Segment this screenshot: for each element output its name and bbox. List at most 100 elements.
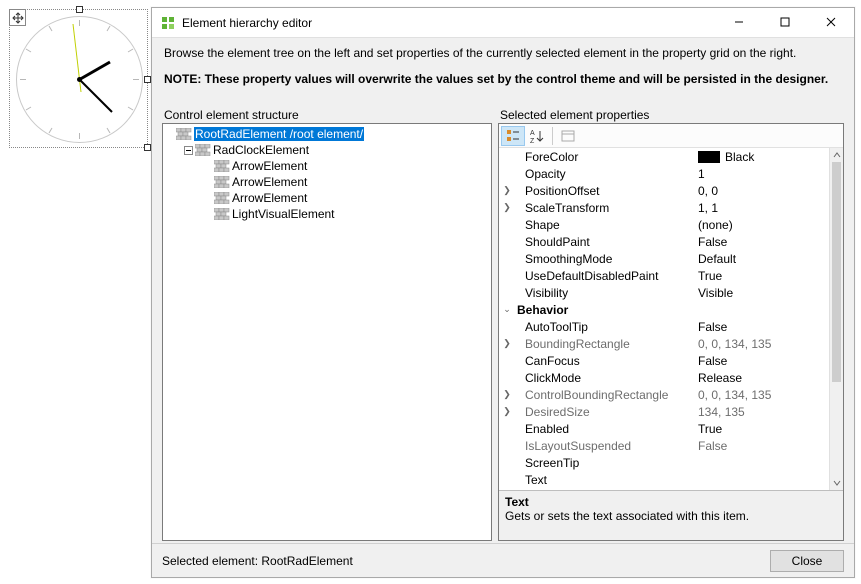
property-row[interactable]: EnabledTrue: [499, 420, 829, 437]
element-icon: [214, 175, 230, 189]
element-icon: [195, 143, 211, 157]
property-value[interactable]: Visible: [698, 286, 829, 300]
categorized-button[interactable]: [501, 126, 525, 146]
titlebar[interactable]: Element hierarchy editor: [152, 8, 854, 38]
property-name: UseDefaultDisabledPaint: [515, 269, 698, 283]
intro-note: NOTE: These property values will overwri…: [164, 72, 842, 86]
maximize-button[interactable]: [762, 8, 808, 36]
tree-expander-icon[interactable]: [163, 128, 176, 141]
property-category[interactable]: ⌄Behavior: [499, 301, 829, 318]
property-value[interactable]: 1: [698, 167, 829, 181]
element-icon: [214, 207, 230, 221]
tree-node-label: ArrowElement: [232, 191, 307, 205]
scroll-thumb[interactable]: [832, 162, 841, 382]
tree-node[interactable]: LightVisualElement: [163, 206, 491, 222]
app-icon: [160, 15, 176, 31]
property-row[interactable]: ❯PositionOffset0, 0: [499, 182, 829, 199]
property-value[interactable]: False: [698, 235, 829, 249]
expand-indicator-icon[interactable]: ⌄: [499, 304, 515, 315]
svg-text:Z: Z: [530, 138, 535, 144]
property-value[interactable]: 0, 0, 134, 135: [698, 337, 829, 351]
property-row[interactable]: VisibilityVisible: [499, 284, 829, 301]
property-row[interactable]: CanFocusFalse: [499, 352, 829, 369]
color-swatch: [698, 151, 720, 163]
left-heading: Control element structure: [162, 108, 492, 122]
property-name: IsLayoutSuspended: [515, 439, 698, 453]
property-value[interactable]: True: [698, 269, 829, 283]
property-grid[interactable]: AZ ForeColorBlackOpacity1❯PositionOffset…: [498, 123, 844, 541]
property-row[interactable]: SmoothingModeDefault: [499, 250, 829, 267]
svg-text:A: A: [530, 130, 535, 137]
property-value[interactable]: 134, 135: [698, 405, 829, 419]
property-row[interactable]: ClickModeRelease: [499, 369, 829, 386]
propgrid-toolbar: AZ: [499, 124, 843, 148]
tree-node[interactable]: RootRadElement /root element/: [163, 126, 491, 142]
property-name: Enabled: [515, 422, 698, 436]
property-value[interactable]: False: [698, 439, 829, 453]
property-value[interactable]: False: [698, 354, 829, 368]
clock-preview[interactable]: [12, 12, 147, 147]
alphabetical-button[interactable]: AZ: [525, 126, 549, 146]
property-value[interactable]: 0, 0, 134, 135: [698, 388, 829, 402]
property-name: Behavior: [515, 303, 698, 317]
status-label: Selected element: RootRadElement: [162, 554, 353, 568]
designer-canvas[interactable]: [9, 9, 148, 148]
property-pages-button[interactable]: [556, 126, 580, 146]
property-row[interactable]: ShouldPaintFalse: [499, 233, 829, 250]
tree-expander-icon[interactable]: [201, 192, 214, 205]
property-value[interactable]: Release: [698, 371, 829, 385]
tree-node[interactable]: ArrowElement: [163, 158, 491, 174]
tree-node[interactable]: ArrowElement: [163, 190, 491, 206]
property-name: ScaleTransform: [515, 201, 698, 215]
tree-expander-icon[interactable]: [201, 176, 214, 189]
element-icon: [176, 127, 192, 141]
minimize-button[interactable]: [716, 8, 762, 36]
property-row[interactable]: ScreenTip: [499, 454, 829, 471]
property-value[interactable]: (none): [698, 218, 829, 232]
property-value[interactable]: False: [698, 320, 829, 334]
close-dialog-button[interactable]: Close: [770, 550, 844, 572]
intro-text: Browse the element tree on the left and …: [152, 38, 854, 104]
tree-node[interactable]: ArrowElement: [163, 174, 491, 190]
property-row[interactable]: ❯BoundingRectangle0, 0, 134, 135: [499, 335, 829, 352]
close-button[interactable]: [808, 8, 854, 36]
property-row[interactable]: AutoToolTipFalse: [499, 318, 829, 335]
window-title: Element hierarchy editor: [182, 16, 312, 30]
toolbar-separator: [552, 127, 553, 145]
property-row[interactable]: Opacity1: [499, 165, 829, 182]
property-name: AutoToolTip: [515, 320, 698, 334]
property-name: Opacity: [515, 167, 698, 181]
property-row[interactable]: Shape(none): [499, 216, 829, 233]
expand-indicator-icon[interactable]: ❯: [499, 185, 515, 196]
expand-indicator-icon[interactable]: ❯: [499, 202, 515, 213]
property-value[interactable]: True: [698, 422, 829, 436]
property-row[interactable]: ❯ControlBoundingRectangle0, 0, 134, 135: [499, 386, 829, 403]
expand-indicator-icon[interactable]: ❯: [499, 338, 515, 349]
property-value[interactable]: Black: [698, 150, 829, 164]
expand-indicator-icon[interactable]: ❯: [499, 389, 515, 400]
tree-expander-icon[interactable]: [182, 144, 195, 157]
property-row[interactable]: ❯ScaleTransform1, 1: [499, 199, 829, 216]
element-icon: [214, 191, 230, 205]
property-row[interactable]: Text: [499, 471, 829, 488]
scroll-down-icon[interactable]: [830, 476, 843, 490]
property-row[interactable]: UseDefaultDisabledPaintTrue: [499, 267, 829, 284]
property-row[interactable]: ❯DesiredSize134, 135: [499, 403, 829, 420]
tree-panel[interactable]: RootRadElement /root element/RadClockEle…: [162, 123, 492, 541]
property-value[interactable]: 1, 1: [698, 201, 829, 215]
scroll-up-icon[interactable]: [830, 148, 843, 162]
element-hierarchy-editor-window: Element hierarchy editor Browse the elem…: [151, 7, 855, 578]
property-name: PositionOffset: [515, 184, 698, 198]
property-row[interactable]: ForeColorBlack: [499, 148, 829, 165]
property-row[interactable]: IsLayoutSuspendedFalse: [499, 437, 829, 454]
property-value[interactable]: 0, 0: [698, 184, 829, 198]
tree-expander-icon[interactable]: [201, 208, 214, 221]
property-name: ForeColor: [515, 150, 698, 164]
tree-node[interactable]: RadClockElement: [163, 142, 491, 158]
property-value[interactable]: Default: [698, 252, 829, 266]
vertical-scrollbar[interactable]: [829, 148, 843, 490]
expand-indicator-icon[interactable]: ❯: [499, 406, 515, 417]
tree-node-label: RadClockElement: [213, 143, 309, 157]
property-name: SmoothingMode: [515, 252, 698, 266]
tree-expander-icon[interactable]: [201, 160, 214, 173]
